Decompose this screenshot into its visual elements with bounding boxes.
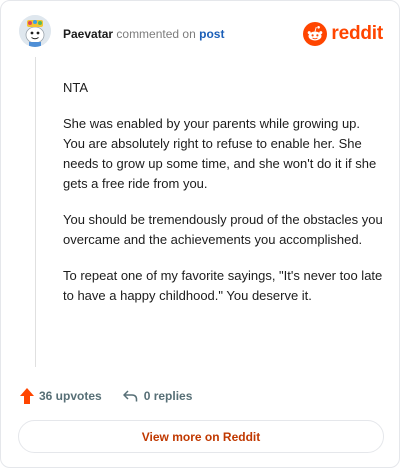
post-link[interactable]: post bbox=[199, 27, 224, 41]
upvotes-count: 36 upvotes bbox=[39, 389, 102, 403]
comment-embed-card: Paevatar commented on post reddit NTA Sh… bbox=[0, 0, 400, 468]
replies-count: 0 replies bbox=[143, 389, 193, 403]
comment-paragraph: She was enabled by your parents while gr… bbox=[63, 116, 377, 191]
avatar[interactable] bbox=[19, 15, 51, 47]
comment-body: NTA She was enabled by your parents whil… bbox=[63, 78, 383, 322]
comment-footer: 36 upvotes 0 replies bbox=[19, 386, 192, 406]
upvote-arrow-icon bbox=[20, 388, 34, 404]
reply-arrow-icon bbox=[122, 390, 137, 402]
action-text: commented on bbox=[116, 27, 196, 41]
reddit-wordmark: reddit bbox=[331, 23, 383, 44]
reddit-snoo-icon bbox=[303, 22, 328, 46]
author-name[interactable]: Paevatar bbox=[63, 27, 113, 41]
comment-paragraph: You should be tremendously proud of the … bbox=[63, 212, 383, 247]
author-line: Paevatar commented on post bbox=[63, 27, 224, 41]
comment-paragraph: NTA bbox=[63, 80, 89, 95]
upvotes[interactable]: 36 upvotes bbox=[19, 387, 102, 405]
comment-paragraph: To repeat one of my favorite sayings, "I… bbox=[63, 268, 383, 303]
replies[interactable]: 0 replies bbox=[122, 389, 193, 403]
comment-header: Paevatar commented on post reddit bbox=[19, 15, 383, 55]
thread-line bbox=[35, 57, 36, 367]
view-more-button[interactable]: View more on Reddit bbox=[18, 420, 384, 453]
reddit-logo[interactable]: reddit bbox=[303, 21, 383, 47]
